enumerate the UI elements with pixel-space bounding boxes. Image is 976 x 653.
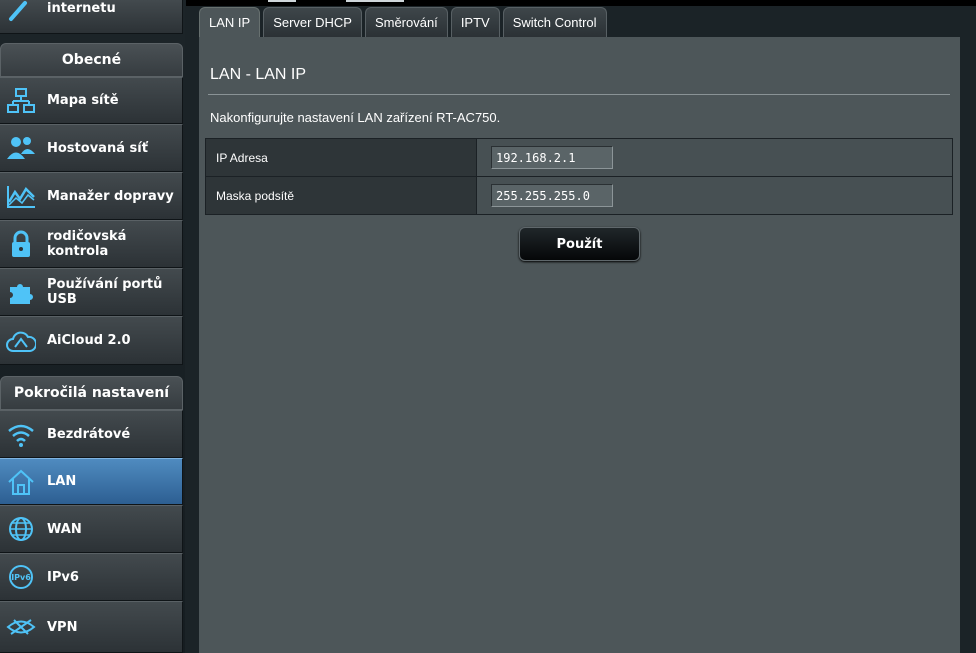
ipv6-globe-icon: IPv6: [6, 562, 36, 592]
sidebar-item-label: Manažer dopravy: [47, 188, 174, 204]
guest-network-icon: [6, 133, 36, 163]
sidebar: internetu Obecné Mapa sítě Hostovaná síť: [0, 0, 185, 653]
ip-address-input[interactable]: [491, 146, 613, 169]
top-strip-mark: [268, 0, 296, 2]
sidebar-item-label: Hostovaná síť: [47, 140, 148, 156]
top-strip: [186, 0, 976, 6]
tab-routing[interactable]: Směrování: [364, 7, 448, 37]
sidebar-item-wireless[interactable]: Bezdrátové: [0, 410, 183, 458]
sidebar-item-label: VPN: [47, 619, 78, 635]
tab-dhcp-server[interactable]: Server DHCP: [263, 7, 362, 37]
home-icon: [6, 467, 36, 497]
form-row-subnet-mask: Maska podsítě: [205, 176, 953, 215]
tab-lan-ip[interactable]: LAN IP: [199, 7, 261, 37]
sidebar-item-parental-control[interactable]: rodičovská kontrola: [0, 220, 183, 268]
top-strip-mark: [346, 0, 404, 2]
sidebar-item-wan[interactable]: WAN: [0, 505, 183, 553]
puzzle-icon: [6, 277, 36, 307]
sidebar-item-label: LAN: [47, 474, 77, 489]
wand-icon: [6, 0, 36, 27]
sidebar-item-label: Bezdrátové: [47, 426, 131, 442]
traffic-manager-icon: [6, 181, 36, 211]
sidebar-item-label: WAN: [47, 521, 82, 537]
sidebar-item-label: Mapa sítě: [47, 93, 119, 108]
sidebar-item-network-map[interactable]: Mapa sítě: [0, 77, 183, 124]
sidebar-item-usb[interactable]: Používání portů USB: [0, 268, 183, 316]
sidebar-item-label: internetu: [47, 1, 116, 16]
apply-button[interactable]: Použít: [519, 227, 640, 261]
lan-ip-form: IP Adresa Maska podsítě: [205, 138, 953, 215]
section-title: Pokročilá nastavení: [13, 385, 170, 401]
subnet-mask-input[interactable]: [491, 184, 613, 207]
sidebar-item-traffic-manager[interactable]: Manažer dopravy: [0, 172, 183, 220]
network-map-icon: [6, 86, 36, 116]
tab-switch-control[interactable]: Switch Control: [502, 7, 607, 37]
form-row-ip-address: IP Adresa: [205, 138, 953, 177]
page-description: Nakonfigurujte nastavení LAN zařízení RT…: [210, 110, 501, 125]
sidebar-item-ipv6[interactable]: IPv6 IPv6: [0, 553, 183, 601]
sidebar-item-label: IPv6: [47, 569, 79, 585]
sidebar-item-lan[interactable]: LAN: [0, 458, 183, 505]
sidebar-item-label: Používání portů USB: [47, 277, 163, 307]
ip-address-cell: [476, 138, 953, 177]
ip-address-label: IP Adresa: [205, 138, 477, 177]
cloud-icon: [6, 326, 36, 356]
tab-iptv[interactable]: IPTV: [450, 7, 500, 37]
section-header-general: Obecné: [0, 43, 183, 77]
tab-bar: LAN IP Server DHCP Směrování IPTV Switch…: [199, 7, 610, 37]
page-title: LAN - LAN IP: [210, 66, 307, 83]
subnet-mask-label: Maska podsítě: [205, 176, 477, 215]
sidebar-item-guest-network[interactable]: Hostovaná síť: [0, 124, 183, 172]
sidebar-item-aicloud[interactable]: AiCloud 2.0: [0, 316, 183, 365]
svg-text:IPv6: IPv6: [11, 573, 31, 582]
lock-icon: [6, 229, 36, 259]
sidebar-item-internet[interactable]: internetu: [0, 0, 183, 34]
sidebar-item-label: AiCloud 2.0: [47, 333, 131, 348]
wifi-icon: [6, 419, 36, 449]
content-panel: LAN - LAN IP Nakonfigurujte nastavení LA…: [199, 37, 960, 653]
section-title: Obecné: [61, 52, 122, 68]
globe-icon: [6, 514, 36, 544]
subnet-mask-cell: [476, 176, 953, 215]
sidebar-item-vpn[interactable]: VPN: [0, 601, 183, 653]
vpn-icon: [6, 612, 36, 642]
title-divider: [208, 94, 950, 95]
sidebar-item-label: rodičovská kontrola: [47, 229, 127, 259]
section-header-advanced: Pokročilá nastavení: [0, 376, 183, 410]
